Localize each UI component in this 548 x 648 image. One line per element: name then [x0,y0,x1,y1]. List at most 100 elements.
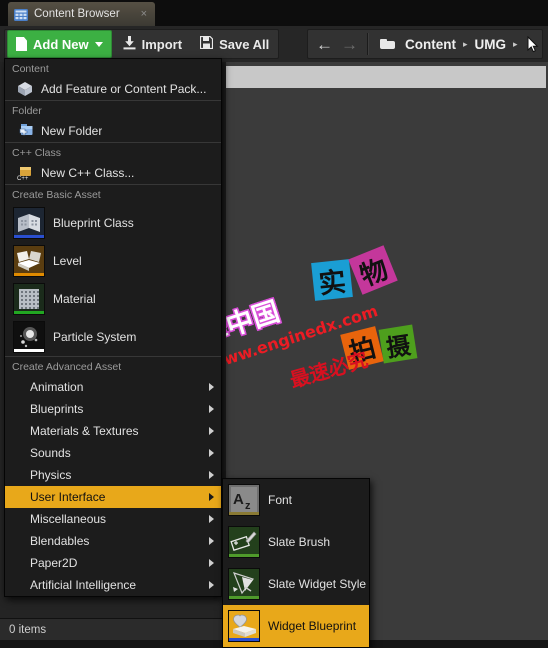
svg-text:z: z [245,500,251,512]
asset-search-bar[interactable] [224,66,546,88]
menu-item-particle-system[interactable]: Particle System [5,318,221,356]
new-page-icon [16,37,27,51]
menu-item-label: Sounds [30,446,71,460]
menu-section-header: C++ Class [5,143,221,162]
user-interface-submenu[interactable]: Az Font Slate Brush Slate Widget Style Widge… [222,478,370,648]
import-label: Import [141,36,183,52]
submenu-item-font[interactable]: Az Font [223,479,369,521]
menu-item-add-feature-or-content-pack[interactable]: Add Feature or Content Pack... [5,78,221,100]
submenu-item-slate-brush[interactable]: Slate Brush [223,521,369,563]
level-icon [13,245,45,277]
tab-content-browser[interactable]: Content Browser × [8,2,155,26]
menu-item-label: Blueprints [30,402,84,416]
svg-text:A: A [233,491,244,508]
svg-text:C++: C++ [17,176,29,181]
chevron-right-icon [209,427,214,435]
asset-type-accent [14,311,44,314]
submenu-item-label: Slate Widget Style [268,577,367,591]
menu-item-label: Artificial Intelligence [30,578,137,592]
submenu-item-label: Widget Blueprint [268,619,357,633]
save-all-button[interactable]: Save All [191,31,278,57]
save-all-label: Save All [219,36,270,52]
menu-item-artificial-intelligence[interactable]: Artificial Intelligence [5,574,221,596]
asset-type-accent [229,554,259,557]
material-icon [13,283,45,315]
new-folder-icon [17,123,33,139]
breadcrumb-item-umg[interactable]: UMG [470,37,512,52]
particle-system-icon [13,321,45,353]
menu-item-label: Blendables [30,534,90,548]
menu-item-physics[interactable]: Physics [5,464,221,486]
import-button[interactable]: Import [114,31,191,57]
asset-type-accent [14,273,44,276]
menu-item-new-c-class[interactable]: C++ New C++ Class... [5,162,221,184]
font-icon: Az [228,484,260,516]
menu-item-label: Animation [30,380,84,394]
menu-item-animation[interactable]: Animation [5,376,221,398]
submenu-item-label: Slate Brush [268,535,331,549]
menu-item-paper2d[interactable]: Paper2D [5,552,221,574]
slate-widget-style-icon [228,568,260,600]
toolbar-nav-group: ← → Content ▸ UMG ▸ [307,29,543,59]
menu-item-material[interactable]: Material [5,280,221,318]
breadcrumb-item-content[interactable]: Content [400,37,461,52]
menu-item-label: Miscellaneous [30,512,107,526]
watermark-tile: 实 [311,259,353,301]
toolbar-left-group: Add New Import Save All [4,29,280,59]
cpp-class-icon: C++ [17,165,33,182]
menu-item-label: Materials & Textures [30,424,139,438]
chevron-right-icon [209,493,214,501]
menu-section-header: Folder [5,101,221,120]
widget-blueprint-icon [228,610,260,642]
add-new-menu[interactable]: Content Add Feature or Content Pack... Fol… [4,58,222,597]
menu-item-blueprints[interactable]: Blueprints [5,398,221,420]
menu-item-level[interactable]: Level [5,242,221,280]
menu-section-header: Content [5,59,221,78]
chevron-right-icon [209,449,214,457]
content-pack-icon [17,81,33,97]
watermark-tile: 摄 [378,324,418,364]
asset-type-accent [14,349,44,352]
folder-icon [380,38,395,50]
menu-item-blueprint-class[interactable]: Blueprint Class [5,204,221,242]
tab-strip: Content Browser × [0,0,548,26]
chevron-right-icon [209,383,214,391]
nav-back-button[interactable]: ← [312,36,337,53]
chevron-right-icon [209,471,214,479]
menu-item-materials-textures[interactable]: Materials & Textures [5,420,221,442]
chevron-right-icon [209,559,214,567]
menu-section-header: Create Basic Asset [5,185,221,204]
menu-item-blendables[interactable]: Blendables [5,530,221,552]
menu-item-label: Paper2D [30,556,78,570]
breadcrumb-separator: ▸ [463,38,468,49]
menu-item-label: Level [53,254,82,268]
chevron-down-icon [94,41,103,47]
chevron-right-icon [209,515,214,523]
item-count-label: 0 items [9,623,47,636]
menu-section-header: Create Advanced Asset [5,357,221,376]
watermark-text: 最速必究 [287,347,371,393]
menu-item-label: New Folder [41,124,103,138]
watermark-tile: 拍 [340,326,384,370]
blueprint-class-icon [13,207,45,239]
menu-item-label: Material [53,292,96,306]
menu-item-new-folder[interactable]: New Folder [5,120,221,142]
tab-label: Content Browser [34,8,120,20]
chevron-right-icon [209,405,214,413]
menu-item-label: Physics [30,468,72,482]
submenu-item-widget-blueprint[interactable]: Widget Blueprint [223,605,369,647]
watermark-text: www.enginedx.com [207,301,381,374]
chevron-right-icon [209,581,214,589]
menu-item-miscellaneous[interactable]: Miscellaneous [5,508,221,530]
add-new-button[interactable]: Add New [7,30,112,58]
watermark-tile: 物 [348,245,398,295]
asset-type-accent [14,235,44,238]
submenu-item-slate-widget-style[interactable]: Slate Widget Style [223,563,369,605]
menu-item-user-interface[interactable]: User Interface [5,486,221,508]
breadcrumb-separator-trailing: ▸ [513,38,518,49]
add-new-label: Add New [33,36,89,52]
menu-item-sounds[interactable]: Sounds [5,442,221,464]
close-icon[interactable]: × [139,8,149,20]
menu-item-label: Add Feature or Content Pack... [41,82,207,96]
nav-forward-button[interactable]: → [337,36,362,53]
